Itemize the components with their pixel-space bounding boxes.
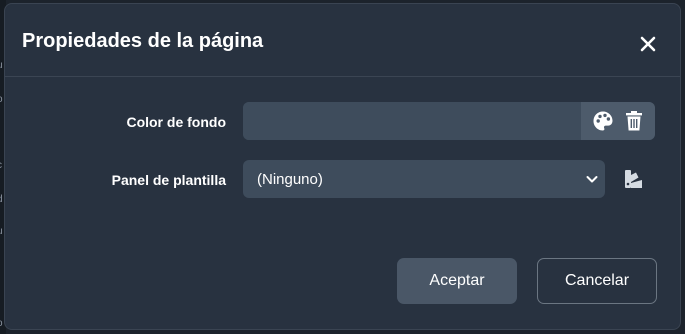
background-char: u xyxy=(0,226,3,237)
palette-icon xyxy=(593,111,612,131)
background-char: o xyxy=(0,318,3,329)
background-color-field xyxy=(243,102,655,140)
background-char: u xyxy=(0,60,3,71)
pick-color-button[interactable] xyxy=(592,110,614,132)
template-panel-selected: (Ninguno) xyxy=(257,170,323,188)
template-panel-label: Panel de plantilla xyxy=(111,172,226,188)
background-color-input[interactable] xyxy=(243,102,581,140)
accept-button[interactable]: Aceptar xyxy=(397,258,517,304)
trash-icon xyxy=(625,111,642,131)
background-char: d xyxy=(0,194,3,205)
cancel-button[interactable]: Cancelar xyxy=(537,258,657,304)
background-char: c xyxy=(0,160,2,171)
template-panel-select[interactable]: (Ninguno) xyxy=(243,160,605,198)
color-actions xyxy=(581,102,655,140)
background-char: o xyxy=(0,94,3,105)
chevron-down-icon xyxy=(586,176,598,183)
template-panel-button[interactable] xyxy=(623,168,645,190)
template-swatch-icon xyxy=(625,170,642,188)
dialog-header: Propiedades de la página xyxy=(5,4,680,77)
dialog-title: Propiedades de la página xyxy=(22,30,264,52)
close-button[interactable] xyxy=(638,34,658,54)
background-color-label: Color de fondo xyxy=(126,114,226,130)
close-icon xyxy=(640,36,656,52)
clear-color-button[interactable] xyxy=(623,110,645,132)
